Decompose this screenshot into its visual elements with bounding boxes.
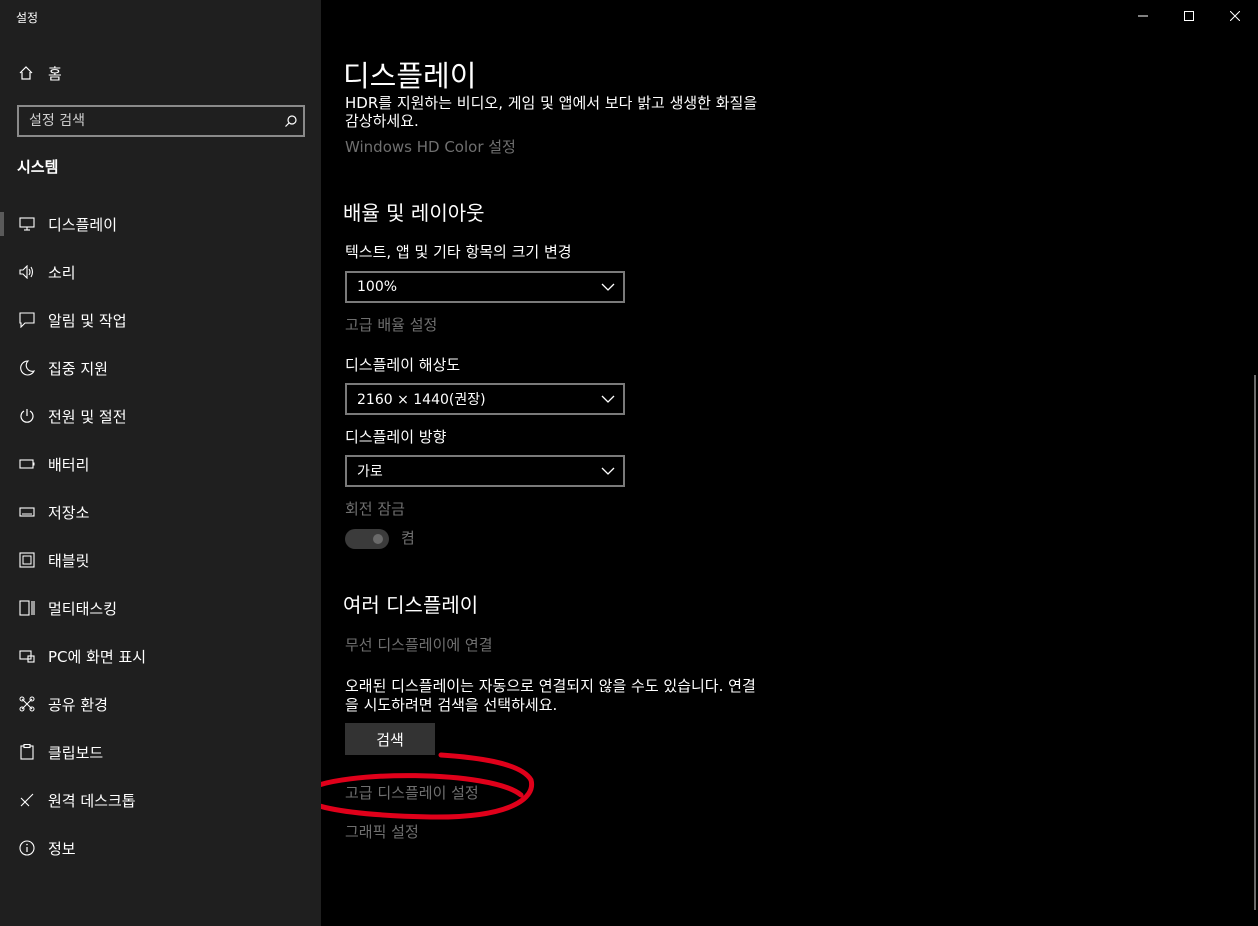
rotation-lock-label: 회전 잠금 (345, 500, 405, 518)
sidebar-item-clipboard[interactable]: 클립보드 (0, 728, 321, 776)
sidebar-item-label: 원격 데스크톱 (48, 791, 136, 810)
shared-experiences-icon (18, 695, 36, 713)
hdr-description-line2: 감상하세요. (345, 112, 419, 130)
scale-layout-heading: 배율 및 레이아웃 (343, 201, 485, 225)
orientation-value: 가로 (357, 464, 383, 480)
detect-description-line2: 을 시도하려면 검색을 선택하세요. (345, 696, 558, 714)
maximize-button[interactable] (1166, 0, 1212, 32)
sidebar-item-multitasking[interactable]: 멀티태스킹 (0, 584, 321, 632)
multiple-displays-heading: 여러 디스플레이 (343, 593, 479, 617)
orientation-dropdown[interactable]: 가로 (345, 455, 625, 487)
moon-icon (18, 359, 36, 377)
power-icon (18, 407, 36, 425)
notification-icon (18, 311, 36, 329)
scrollbar-thumb[interactable] (1254, 375, 1256, 910)
info-icon (18, 839, 36, 857)
advanced-scaling-link[interactable]: 고급 배율 설정 (345, 314, 437, 336)
sidebar-item-notifications[interactable]: 알림 및 작업 (0, 296, 321, 344)
search-icon[interactable] (279, 114, 303, 128)
resolution-value: 2160 × 1440(권장) (357, 392, 486, 408)
sidebar-item-label: 정보 (48, 839, 76, 858)
close-icon (1230, 11, 1240, 21)
sidebar-item-label: 집중 지원 (48, 359, 108, 378)
remote-desktop-icon (18, 791, 36, 809)
settings-search-input[interactable] (19, 113, 279, 129)
battery-icon (18, 455, 36, 473)
rotation-lock-state: 켬 (401, 529, 415, 547)
sidebar-item-storage[interactable]: 저장소 (0, 488, 321, 536)
clipboard-icon (18, 743, 36, 761)
app-title: 설정 (16, 11, 39, 25)
chevron-down-icon (601, 391, 615, 407)
minimize-icon (1138, 15, 1148, 17)
sidebar-item-remote-desktop[interactable]: 원격 데스크톱 (0, 776, 321, 824)
home-label: 홈 (48, 64, 62, 83)
scale-label: 텍스트, 앱 및 기타 항목의 크기 변경 (345, 243, 572, 261)
rotation-lock-toggle[interactable] (345, 529, 389, 549)
sidebar-item-label: 저장소 (48, 503, 90, 522)
sidebar-item-battery[interactable]: 배터리 (0, 440, 321, 488)
sidebar-item-label: 디스플레이 (48, 215, 118, 234)
home-nav-item[interactable]: 홈 (18, 62, 62, 84)
monitor-icon (18, 215, 36, 233)
home-icon (18, 65, 34, 81)
sidebar-item-label: 배터리 (48, 455, 90, 474)
sidebar-nav: 디스플레이 소리 알림 및 작업 집중 지원 전원 및 절전 배터리 저장소 태… (0, 200, 321, 872)
storage-icon (18, 503, 36, 521)
chevron-down-icon (601, 279, 615, 295)
graphics-settings-link[interactable]: 그래픽 설정 (345, 821, 419, 843)
minimize-button[interactable] (1120, 0, 1166, 32)
multitasking-icon (18, 599, 36, 617)
sidebar-item-label: 공유 환경 (48, 695, 108, 714)
window-controls (1120, 0, 1258, 32)
sidebar-item-power[interactable]: 전원 및 절전 (0, 392, 321, 440)
speaker-icon (18, 263, 36, 281)
sidebar: 설정 홈 시스템 디스플레이 소리 알림 및 작업 집중 지원 (0, 0, 321, 926)
scale-value: 100% (357, 279, 398, 295)
sidebar-item-label: 클립보드 (48, 743, 104, 762)
project-icon (18, 647, 36, 665)
sidebar-item-display[interactable]: 디스플레이 (0, 200, 321, 248)
sidebar-item-focus-assist[interactable]: 집중 지원 (0, 344, 321, 392)
sidebar-item-shared-experiences[interactable]: 공유 환경 (0, 680, 321, 728)
main-content: 디스플레이 HDR를 지원하는 비디오, 게임 및 앱에서 보다 밝고 생생한 … (321, 0, 1258, 926)
sidebar-section-heading: 시스템 (17, 158, 59, 176)
sidebar-item-project[interactable]: PC에 화면 표시 (0, 632, 321, 680)
sidebar-item-label: 소리 (48, 263, 76, 282)
advanced-display-settings-link[interactable]: 고급 디스플레이 설정 (345, 782, 479, 804)
resolution-label: 디스플레이 해상도 (345, 356, 461, 374)
orientation-label: 디스플레이 방향 (345, 428, 447, 446)
close-button[interactable] (1212, 0, 1258, 32)
tablet-icon (18, 551, 36, 569)
sidebar-item-label: 태블릿 (48, 551, 90, 570)
scale-dropdown[interactable]: 100% (345, 271, 625, 303)
toggle-knob (373, 534, 383, 544)
settings-search-box[interactable] (17, 105, 305, 137)
sidebar-item-label: 알림 및 작업 (48, 311, 127, 330)
sidebar-item-label: 멀티태스킹 (48, 599, 118, 618)
sidebar-item-tablet[interactable]: 태블릿 (0, 536, 321, 584)
sidebar-item-about[interactable]: 정보 (0, 824, 321, 872)
wireless-display-link[interactable]: 무선 디스플레이에 연결 (345, 634, 493, 656)
sidebar-item-sound[interactable]: 소리 (0, 248, 321, 296)
detect-button[interactable]: 검색 (345, 723, 435, 755)
resolution-dropdown[interactable]: 2160 × 1440(권장) (345, 383, 625, 415)
page-title: 디스플레이 (343, 59, 477, 93)
chevron-down-icon (601, 463, 615, 479)
sidebar-item-label: 전원 및 절전 (48, 407, 127, 426)
sidebar-item-label: PC에 화면 표시 (48, 647, 147, 666)
hdr-color-settings-link[interactable]: Windows HD Color 설정 (345, 136, 516, 158)
maximize-icon (1184, 11, 1194, 21)
